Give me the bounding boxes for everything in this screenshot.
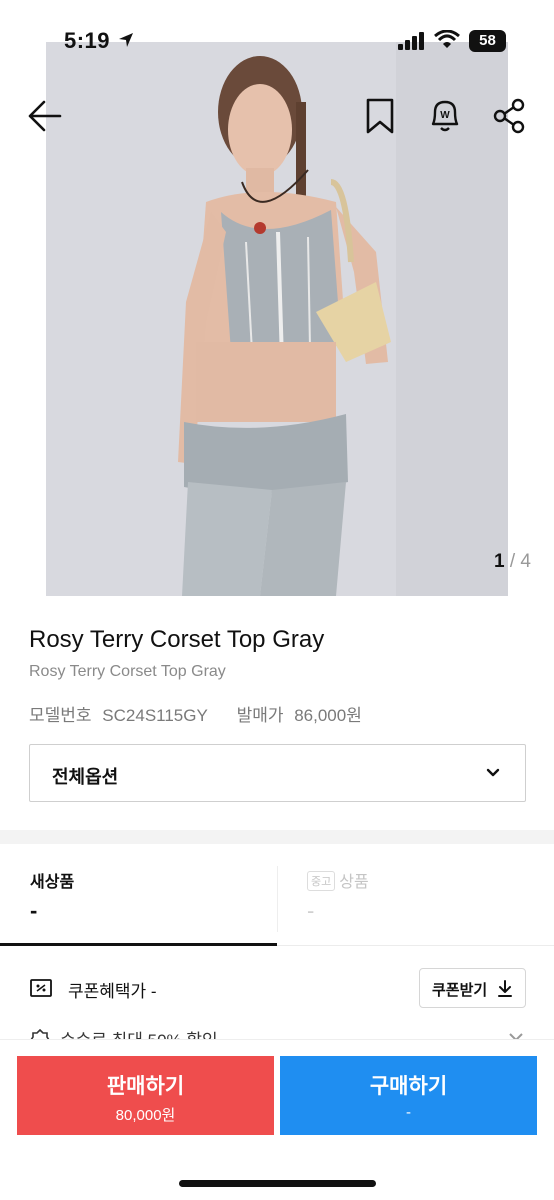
home-indicator[interactable] <box>179 1180 376 1187</box>
sell-button-price: 80,000원 <box>115 1107 176 1124</box>
sell-button[interactable]: 판매하기 80,000원 <box>17 1056 274 1135</box>
wifi-icon <box>434 30 460 48</box>
back-arrow-icon[interactable] <box>24 96 64 136</box>
sell-button-label: 판매하기 <box>106 1075 185 1098</box>
tab-new-product[interactable]: 새상품 - <box>0 846 277 946</box>
share-icon[interactable] <box>490 96 530 136</box>
option-select-label: 전체옵션 <box>52 767 119 787</box>
model-number-label: 모델번호 <box>29 706 92 725</box>
bookmark-icon[interactable] <box>362 96 398 136</box>
alert-bell-icon[interactable]: W <box>424 94 466 136</box>
gallery-separator: / <box>509 551 516 572</box>
bottom-action-bar: 판매하기 80,000원 구매하기 - <box>0 1040 554 1200</box>
used-badge: 중고 <box>307 871 336 891</box>
gallery-counter: 1 / 4 <box>494 551 531 573</box>
download-icon <box>498 980 512 997</box>
chevron-down-icon <box>486 768 500 777</box>
product-subtitle: Rosy Terry Corset Top Gray <box>29 663 226 680</box>
release-price-label: 발매가 <box>236 706 284 725</box>
battery-icon: 58 <box>469 30 506 52</box>
section-divider <box>0 830 554 844</box>
gallery-total: 4 <box>520 551 531 572</box>
location-arrow-icon <box>119 33 133 47</box>
coupon-icon <box>30 979 52 997</box>
product-image-gallery[interactable]: 5:19 58 W 1 / 4 <box>0 0 554 596</box>
status-time: 5:19 <box>64 28 111 53</box>
get-coupon-button[interactable]: 쿠폰받기 <box>419 968 526 1008</box>
tab-new-value: - <box>30 898 38 923</box>
signal-icon <box>398 32 424 50</box>
option-select[interactable]: 전체옵션 <box>29 744 526 802</box>
model-number-value: SC24S115GY <box>102 706 208 725</box>
tab-used-label: 상품 <box>339 874 369 891</box>
status-bar: 5:19 58 <box>0 0 554 84</box>
tab-used-value: - <box>307 898 315 923</box>
tab-new-title: 새상품 <box>30 874 75 891</box>
product-title: Rosy Terry Corset Top Gray <box>29 626 325 653</box>
release-price-value: 86,000원 <box>294 706 362 725</box>
buy-button-label: 구매하기 <box>369 1075 448 1098</box>
battery-level: 58 <box>479 32 496 49</box>
get-coupon-label: 쿠폰받기 <box>432 982 488 999</box>
gallery-current: 1 <box>494 551 505 572</box>
coupon-price-label: 쿠폰혜택가 - <box>68 982 157 1001</box>
buy-button-price: - <box>406 1104 411 1121</box>
buy-button[interactable]: 구매하기 - <box>280 1056 537 1135</box>
tab-used-title: 중고 상품 <box>307 868 369 892</box>
tab-used-product[interactable]: 중고 상품 - <box>277 846 554 946</box>
product-meta: 모델번호 SC24S115GY 발매가 86,000원 <box>29 701 368 726</box>
svg-text:W: W <box>440 110 450 121</box>
